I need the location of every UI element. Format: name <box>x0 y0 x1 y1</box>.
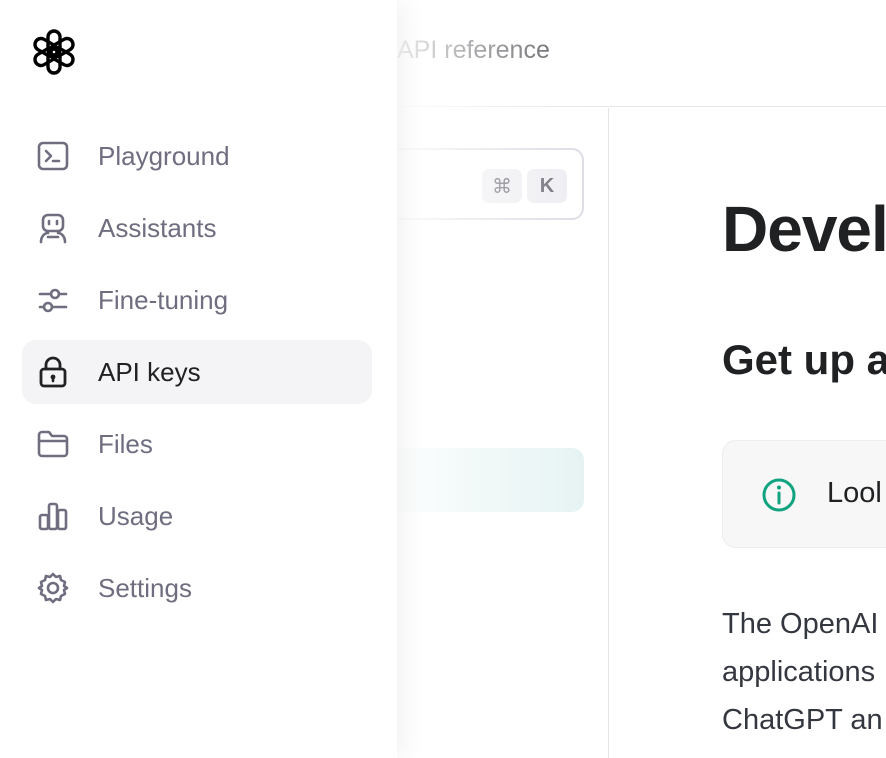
section-heading: Get up a <box>722 336 886 383</box>
nav-item-settings[interactable]: Settings <box>22 556 372 620</box>
openai-logo-icon[interactable] <box>28 26 80 78</box>
nav-item-fine-tuning[interactable]: Fine-tuning <box>22 268 372 332</box>
command-key-hint: ⌘ <box>482 169 522 203</box>
intro-paragraph: The OpenAI applications ChatGPT an <box>722 600 886 744</box>
nav-item-api-keys[interactable]: API keys <box>22 340 372 404</box>
intro-line: applications <box>722 656 876 688</box>
api-reference-link[interactable]: API reference <box>397 36 550 65</box>
nav-item-usage[interactable]: Usage <box>22 484 372 548</box>
sliders-icon <box>36 283 70 317</box>
intro-line: The OpenAI <box>722 608 879 640</box>
robot-icon <box>36 211 70 245</box>
page-title: Devel <box>722 193 886 265</box>
nav-label-assistants: Assistants <box>98 213 217 243</box>
nav-item-files[interactable]: Files <box>22 412 372 476</box>
info-icon <box>761 477 797 513</box>
info-callout: Lool <box>722 440 886 548</box>
nav-item-assistants[interactable]: Assistants <box>22 196 372 260</box>
intro-line: ChatGPT an <box>722 704 883 736</box>
k-key-hint: K <box>527 169 567 203</box>
gear-icon <box>36 571 70 605</box>
bar-chart-icon <box>36 499 70 533</box>
navigation-drawer: Playground Assistants Fine-tuning API ke… <box>0 0 397 758</box>
nav-label-settings: Settings <box>98 573 192 603</box>
lock-icon <box>36 355 70 389</box>
folder-icon <box>36 427 70 461</box>
nav-label-files: Files <box>98 429 153 459</box>
terminal-icon <box>36 139 70 173</box>
nav-label-usage: Usage <box>98 501 174 531</box>
nav-label-api-keys: API keys <box>98 357 201 387</box>
nav-label-playground: Playground <box>98 141 230 171</box>
nav-label-fine-tuning: Fine-tuning <box>98 285 229 315</box>
main-content: Devel Get up a Lool The OpenAI applicati… <box>610 108 886 758</box>
callout-text: Lool <box>827 477 882 509</box>
nav-item-playground[interactable]: Playground <box>22 124 372 188</box>
